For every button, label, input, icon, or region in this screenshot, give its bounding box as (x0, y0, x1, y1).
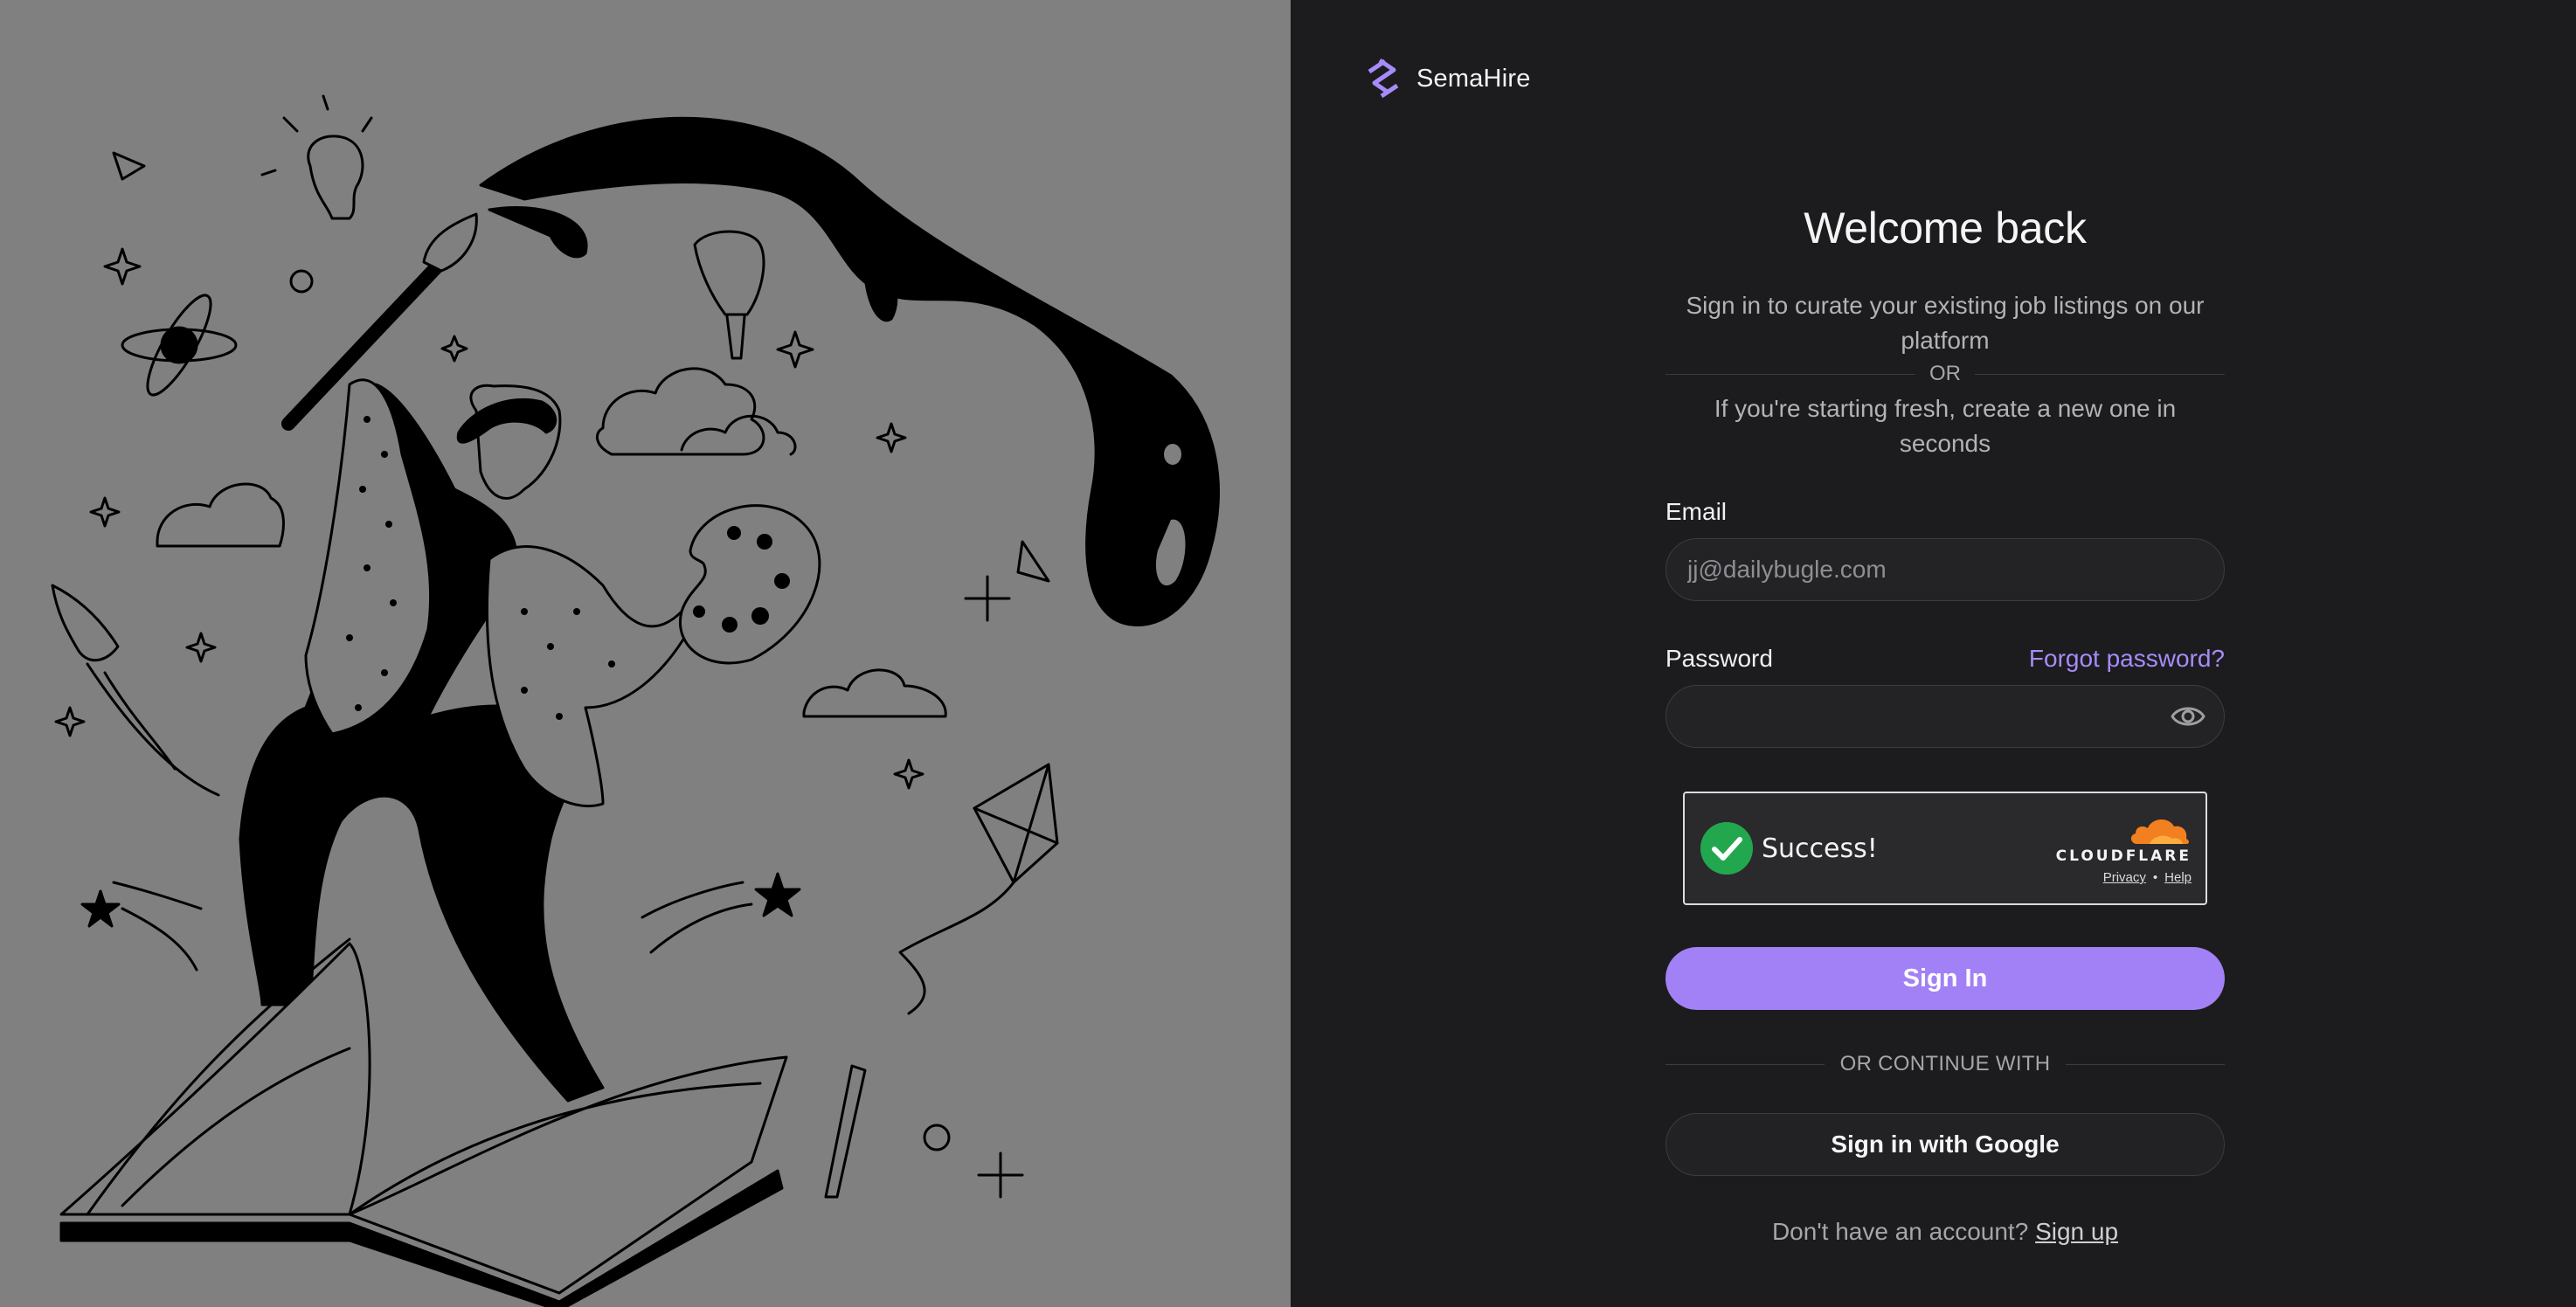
subtitle: Sign in to curate your existing job list… (1686, 292, 2205, 354)
continue-label: OR CONTINUE WITH (1839, 1052, 2051, 1075)
subtitle-secondary: If you're starting fresh, create a new o… (1714, 395, 2177, 457)
sign-in-button[interactable]: Sign In (1665, 947, 2225, 1010)
no-account-text: Don't have an account? (1771, 1218, 2029, 1245)
or-divider: OR (1665, 362, 2225, 386)
checkmark-icon (1700, 822, 1753, 875)
email-label: Email (1665, 498, 1728, 525)
cloudflare-captcha[interactable]: Success! CLOUDFLARE Privacy • Help (1683, 792, 2207, 905)
semahire-logo-icon (1368, 58, 1399, 99)
forgot-password-link[interactable]: Forgot password? (2029, 645, 2225, 673)
link-separator: • (2152, 870, 2158, 885)
password-field[interactable] (1665, 685, 2225, 748)
password-wrapper (1665, 685, 2225, 748)
cloudflare-cloud-icon (2130, 819, 2189, 844)
login-page: SemaHire Welcome back Sign in to curate … (0, 0, 2576, 1307)
cloudflare-branding: CLOUDFLARE Privacy • Help (2056, 814, 2192, 885)
password-label: Password (1665, 645, 1773, 672)
illustration-panel (0, 0, 1291, 1307)
artist-illustration (51, 94, 1221, 1307)
divider-line (1665, 373, 1915, 375)
login-form: Welcome back Sign in to curate your exis… (1665, 192, 2225, 1246)
password-label-row: Password Forgot password? (1665, 645, 2225, 673)
divider-line (1665, 1063, 1825, 1065)
continue-divider: OR CONTINUE WITH (1665, 1052, 2225, 1076)
divider-line (2066, 1063, 2225, 1065)
eye-icon[interactable] (2171, 701, 2206, 732)
login-panel: SemaHire Welcome back Sign in to curate … (1291, 0, 2576, 1307)
google-sign-in-button[interactable]: Sign in with Google (1665, 1113, 2225, 1176)
sign-up-link[interactable]: Sign up (2035, 1218, 2118, 1245)
divider-line (1975, 373, 2225, 375)
brand-name: SemaHire (1416, 64, 1531, 93)
cloudflare-wordmark: CLOUDFLARE (2055, 847, 2192, 865)
cloudflare-links: Privacy • Help (2056, 870, 2192, 885)
privacy-link[interactable]: Privacy (2103, 870, 2146, 885)
email-field[interactable] (1665, 538, 2225, 601)
help-link[interactable]: Help (2164, 870, 2192, 885)
signup-prompt: Don't have an account? Sign up (1665, 1218, 2225, 1246)
or-label: OR (1929, 362, 1961, 385)
brand[interactable]: SemaHire (1362, 56, 1531, 101)
captcha-status: Success! (1762, 833, 1878, 864)
page-title: Welcome back (1804, 204, 2087, 252)
